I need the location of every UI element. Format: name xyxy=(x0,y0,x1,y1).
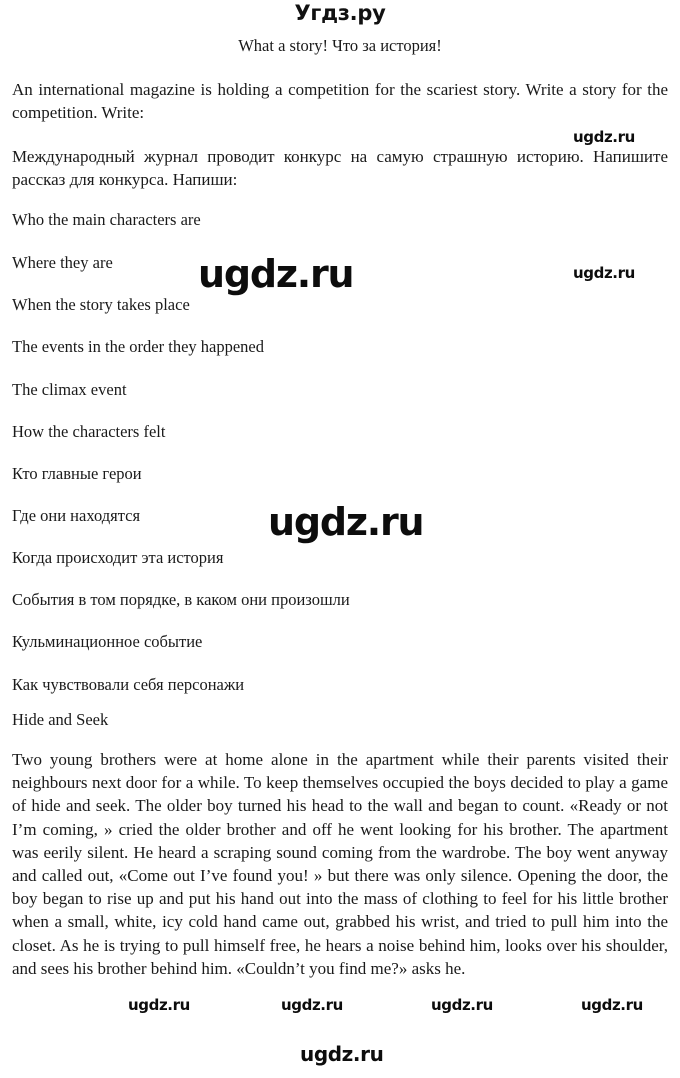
document-page: Угдз.ру What a story! Что за история! An… xyxy=(0,0,680,1078)
watermark: ugdz.ru xyxy=(581,996,643,1014)
prompt-ru-5: Кульминационное событие xyxy=(12,632,203,651)
prompt-ru-3: Когда происходит эта история xyxy=(12,548,224,567)
prompt-en-1: Who the main characters are xyxy=(12,210,201,229)
prompt-ru-6: Как чувствовали себя персонажи xyxy=(12,675,245,694)
prompt-en-3: When the story takes place xyxy=(12,295,190,314)
page-title: What a story! Что за история! xyxy=(238,36,442,55)
intro-paragraph-english: An international magazine is holding a c… xyxy=(12,80,668,122)
site-logo: Угдз.ру xyxy=(294,1,386,25)
prompt-en-6: How the characters felt xyxy=(12,422,166,441)
prompt-ru-2: Где они находятся xyxy=(12,506,141,525)
prompt-en-2: Where they are xyxy=(12,253,113,272)
watermark: ugdz.ru xyxy=(300,1042,384,1066)
watermark: ugdz.ru xyxy=(573,128,635,146)
intro-paragraph-russian: Международный журнал проводит конкурс на… xyxy=(12,147,668,189)
prompt-ru-4: События в том порядке, в каком они произ… xyxy=(12,590,350,609)
story-title: Hide and Seek xyxy=(12,710,109,729)
watermark: ugdz.ru xyxy=(128,996,190,1014)
watermark: ugdz.ru xyxy=(431,996,493,1014)
prompt-en-5: The climax event xyxy=(12,380,127,399)
watermark: ugdz.ru xyxy=(281,996,343,1014)
prompt-en-4: The events in the order they happened xyxy=(12,337,264,356)
story-paragraph: Two young brothers were at home alone in… xyxy=(12,750,668,978)
prompt-ru-1: Кто главные герои xyxy=(12,464,142,483)
